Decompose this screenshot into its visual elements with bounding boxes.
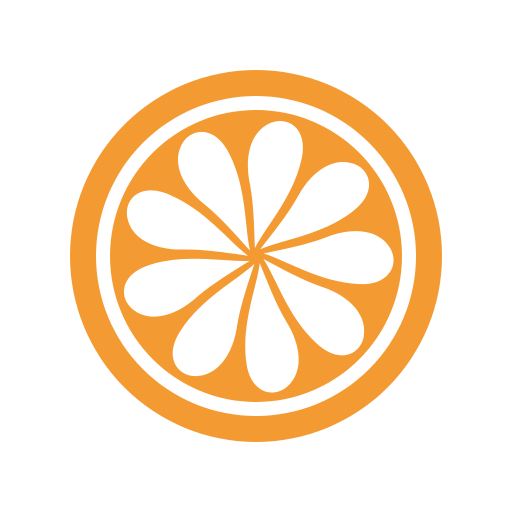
icon-canvas xyxy=(0,0,512,512)
orange-slice-icon xyxy=(70,70,442,442)
